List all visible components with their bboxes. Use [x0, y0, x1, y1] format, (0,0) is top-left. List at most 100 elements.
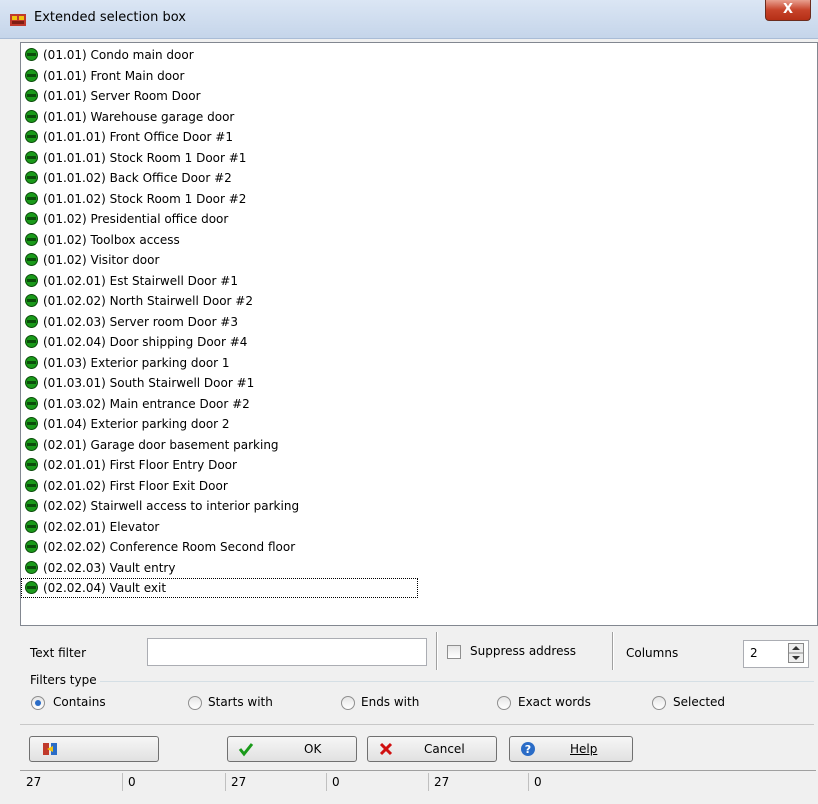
green-door-icon: [25, 212, 38, 225]
list-item[interactable]: (02.02.01) Elevator: [21, 517, 411, 537]
list-item[interactable]: (01.02.03) Server room Door #3: [21, 312, 411, 332]
list-item-label: (02.01.02) First Floor Exit Door: [43, 478, 228, 493]
status-cell: 27: [26, 775, 42, 789]
list-item-label: (01.02.03) Server room Door #3: [43, 314, 238, 329]
list-item[interactable]: (02.01) Garage door basement parking: [21, 435, 411, 455]
select-all-button[interactable]: [29, 736, 159, 762]
green-door-icon: [25, 130, 38, 143]
list-item-label: (01.01.01) Stock Room 1 Door #1: [43, 150, 247, 165]
green-door-icon: [25, 273, 38, 287]
radio-exact-words[interactable]: [497, 696, 511, 710]
list-item[interactable]: (01.02.02) North Stairwell Door #2: [21, 291, 411, 311]
list-item-label: (02.01) Garage door basement parking: [43, 437, 279, 452]
filters-type-label: Filters type: [30, 673, 100, 687]
list-item[interactable]: (01.01) Front Main door: [21, 66, 411, 86]
green-door-icon: [25, 232, 38, 246]
close-button[interactable]: X: [765, 0, 811, 21]
title-bar[interactable]: Extended selection box X: [0, 0, 818, 39]
door-list[interactable]: (01.01) Condo main door (01.01) Front Mai…: [20, 42, 818, 626]
list-item[interactable]: (01.04) Exterior parking door 2: [21, 414, 411, 434]
list-item[interactable]: (02.02) Stairwell access to interior par…: [21, 496, 411, 516]
green-door-icon: [25, 335, 38, 348]
separator: [436, 632, 438, 670]
list-item[interactable]: (01.03.01) South Stairwell Door #1: [21, 373, 411, 393]
green-door-icon: [25, 191, 38, 205]
list-item[interactable]: (01.01.02) Back Office Door #2: [21, 168, 411, 188]
list-item[interactable]: (02.02.02) Conference Room Second floor: [21, 537, 411, 557]
svg-text:?: ?: [525, 743, 531, 756]
list-item-label: (01.02.04) Door shipping Door #4: [43, 335, 248, 349]
window-title: Extended selection box: [34, 10, 186, 25]
radio-contains[interactable]: [31, 696, 45, 710]
list-item[interactable]: (02.01.01) First Floor Entry Door: [21, 455, 411, 475]
help-button[interactable]: ? Help: [509, 736, 633, 762]
list-item-label: (01.03) Exterior parking door 1: [43, 355, 230, 370]
list-item-label: (02.02.04) Vault exit: [43, 581, 167, 595]
list-item-label: (01.01) Front Main door: [43, 68, 185, 83]
green-door-icon: [25, 396, 38, 410]
list-item[interactable]: (02.02.03) Vault entry: [21, 558, 411, 578]
help-label: Help: [570, 742, 598, 756]
checkmark-icon: [238, 743, 254, 757]
ok-button[interactable]: OK: [227, 736, 357, 762]
columns-label: Columns: [626, 646, 679, 660]
radio-exact-words-label: Exact words: [518, 695, 591, 709]
status-separator: [428, 773, 429, 791]
list-item-label: (01.01) Server Room Door: [43, 89, 201, 103]
status-cell: 0: [128, 775, 136, 789]
list-item-label: (02.02) Stairwell access to interior par…: [43, 499, 300, 513]
list-item[interactable]: (01.02) Presidential office door: [21, 209, 411, 229]
radio-ends-with-label: Ends with: [361, 695, 420, 709]
green-door-icon: [25, 519, 38, 533]
green-door-icon: [25, 437, 38, 451]
status-separator: [122, 773, 123, 791]
list-item[interactable]: (01.01) Condo main door: [21, 45, 411, 65]
list-item-label: (01.02.01) Est Stairwell Door #1: [43, 273, 238, 288]
green-door-icon: [25, 355, 38, 369]
cross-icon: [379, 742, 393, 756]
cancel-label: Cancel: [424, 742, 465, 756]
divider: [20, 724, 814, 725]
select-all-icon: [43, 743, 57, 755]
list-item[interactable]: (01.03) Exterior parking door 1: [21, 353, 411, 373]
list-item-label: (01.02) Toolbox access: [43, 232, 180, 247]
list-item[interactable]: (01.01) Warehouse garage door: [21, 107, 411, 127]
list-item[interactable]: (01.01.01) Front Office Door #1: [21, 127, 411, 147]
green-door-icon: [25, 581, 38, 594]
spinner-arrows-icon[interactable]: [788, 643, 804, 663]
list-item[interactable]: (01.02) Visitor door: [21, 250, 411, 270]
cancel-button[interactable]: Cancel: [367, 736, 497, 762]
list-item-label: (01.01.02) Back Office Door #2: [43, 171, 232, 185]
suppress-address-checkbox[interactable]: [447, 645, 461, 659]
list-item[interactable]: (01.01.01) Stock Room 1 Door #1: [21, 148, 411, 168]
green-door-icon: [25, 314, 38, 328]
radio-starts-with[interactable]: [188, 696, 202, 710]
list-item[interactable]: (01.02) Toolbox access: [21, 230, 411, 250]
ok-label: OK: [304, 742, 322, 756]
list-item[interactable]: (01.01.02) Stock Room 1 Door #2: [21, 189, 411, 209]
list-item[interactable]: (01.02.04) Door shipping Door #4: [21, 332, 411, 352]
radio-selected-label: Selected: [673, 695, 726, 709]
separator: [612, 632, 614, 670]
list-item[interactable]: (01.03.02) Main entrance Door #2: [21, 394, 411, 414]
green-door-icon: [25, 171, 38, 184]
help-icon: ?: [521, 742, 535, 756]
list-item-label: (02.01.01) First Floor Entry Door: [43, 458, 237, 472]
list-item[interactable]: (02.02.04) Vault exit: [21, 578, 418, 598]
radio-ends-with[interactable]: [341, 696, 355, 710]
status-bar: 27 0 27 0 27 0: [20, 770, 816, 793]
list-item-label: (02.02.03) Vault entry: [43, 560, 176, 575]
text-filter-input[interactable]: [147, 638, 427, 666]
list-item[interactable]: (01.01) Server Room Door: [21, 86, 411, 106]
list-item[interactable]: (02.01.02) First Floor Exit Door: [21, 476, 411, 496]
list-item-label: (02.02.02) Conference Room Second floor: [43, 540, 296, 554]
list-item[interactable]: (01.02.01) Est Stairwell Door #1: [21, 271, 411, 291]
radio-selected[interactable]: [652, 696, 666, 710]
green-door-icon: [25, 253, 38, 266]
group-border: [100, 681, 814, 682]
list-item-label: (01.04) Exterior parking door 2: [43, 417, 230, 431]
green-door-icon: [25, 499, 38, 512]
list-item-label: (01.01.02) Stock Room 1 Door #2: [43, 191, 247, 206]
columns-spinner[interactable]: 2: [743, 640, 809, 668]
columns-value: 2: [750, 646, 758, 660]
